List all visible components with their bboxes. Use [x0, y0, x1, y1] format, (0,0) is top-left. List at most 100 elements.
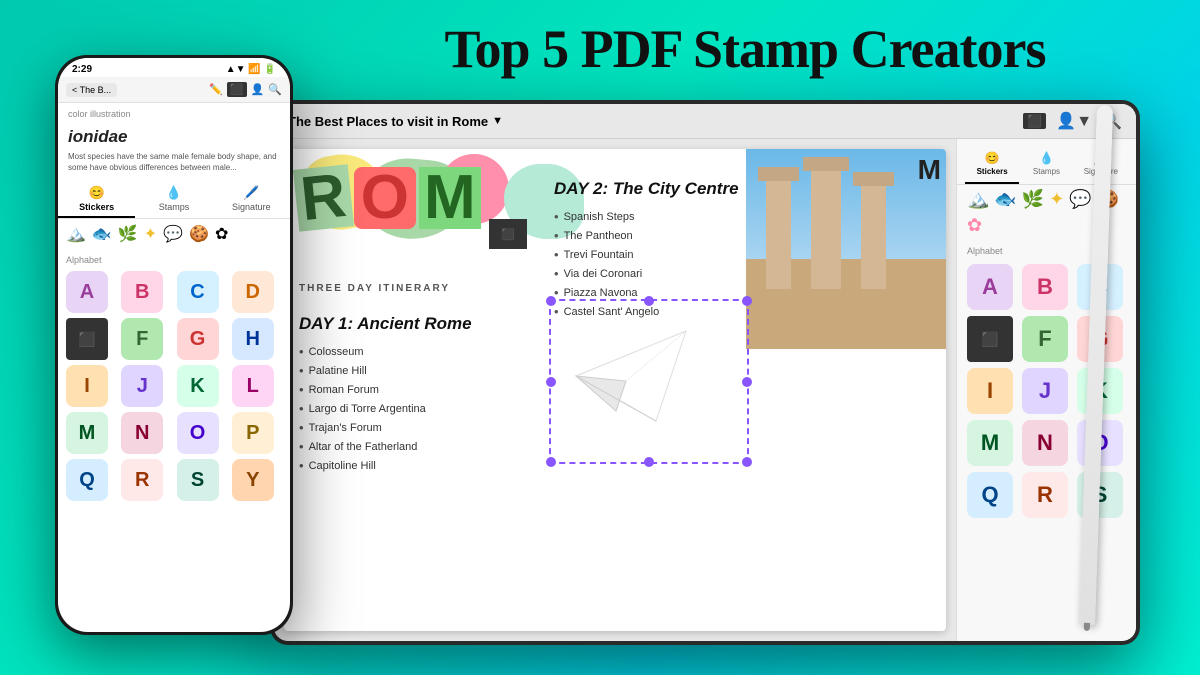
day1-section: DAY 1: Ancient Rome Colosseum Palatine H…	[299, 314, 539, 475]
phone-emoji-bubble[interactable]: 💬	[163, 224, 183, 244]
phone-back-btn[interactable]: < The B...	[66, 83, 117, 97]
handle-mr[interactable]	[742, 377, 752, 387]
panel-sticker-b[interactable]: B	[1022, 264, 1068, 310]
phone-emoji-star[interactable]: ✦	[144, 224, 157, 244]
sticker-j[interactable]: J	[121, 365, 163, 407]
sticker-i[interactable]: I	[66, 365, 108, 407]
handle-bl[interactable]	[546, 457, 556, 467]
phone-user-icon[interactable]: 👤	[251, 83, 265, 96]
sticker-g[interactable]: G	[177, 318, 219, 360]
day2-heading: DAY 2: The City Centre	[554, 179, 774, 199]
tablet-doc-title: The Best Places to visit in Rome	[288, 114, 488, 129]
panel-stamps-icon: 💧	[1021, 151, 1071, 165]
phone-doc-category: color illustration	[58, 103, 290, 125]
ground	[746, 259, 946, 349]
panel-tab-stickers[interactable]: 😊 Stickers	[965, 147, 1019, 184]
sticker-n[interactable]: N	[121, 412, 163, 454]
panel-tab-stamps-label: Stamps	[1033, 167, 1060, 176]
panel-sticker-i[interactable]: I	[967, 368, 1013, 414]
column-capital-2	[803, 157, 849, 171]
panel-sticker-a[interactable]: A	[967, 264, 1013, 310]
panel-emoji-mountain[interactable]: 🏔️	[967, 189, 989, 210]
panel-alphabet-label: Alphabet	[957, 240, 1136, 260]
panel-tab-stamps[interactable]: 💧 Stamps	[1019, 147, 1073, 184]
phone-device: 2:29 ▲▼ 📶 🔋 < The B... ✏️ ⬛ 👤 🔍 color il…	[55, 55, 293, 635]
sticker-b[interactable]: B	[121, 271, 163, 313]
sticker-y[interactable]: Y	[232, 459, 274, 501]
phone-tab-stamps[interactable]: 💧 Stamps	[135, 179, 212, 218]
sticker-e-dark[interactable]: ⬛	[66, 318, 108, 360]
panel-tab-stickers-label: Stickers	[977, 167, 1008, 176]
phone-emoji-cookie[interactable]: 🍪	[189, 224, 209, 244]
sticker-d[interactable]: D	[232, 271, 274, 313]
phone-sig-icon: 🖊️	[215, 185, 288, 201]
panel-sticker-r[interactable]: R	[1022, 472, 1068, 518]
handle-tl[interactable]	[546, 296, 556, 306]
place-roman-forum: Roman Forum	[299, 380, 539, 399]
sticker-c[interactable]: C	[177, 271, 219, 313]
handle-tm[interactable]	[644, 296, 654, 306]
handle-ml[interactable]	[546, 377, 556, 387]
phone-tabs: 😊 Stickers 💧 Stamps 🖊️ Signature	[58, 179, 290, 219]
panel-emoji-leaf[interactable]: 🌿	[1022, 189, 1044, 210]
sticker-r[interactable]: R	[121, 459, 163, 501]
photo-m-letter: M	[918, 154, 941, 186]
phone-alphabet-label: Alphabet	[66, 255, 282, 265]
column-3	[861, 184, 886, 289]
phone-emoji-flower[interactable]: ✿	[215, 224, 228, 244]
tablet-user-icon[interactable]: 👤▼	[1056, 111, 1092, 131]
panel-sticker-dark[interactable]: ⬛	[967, 316, 1013, 362]
paper-plane-svg	[566, 321, 696, 431]
phone-time: 2:29	[72, 64, 92, 75]
panel-sticker-grid: A B C ⬛ F G I J K M N O Q R S	[957, 260, 1136, 522]
column-capital-3	[853, 172, 894, 186]
sticker-o[interactable]: O	[177, 412, 219, 454]
tablet-content: R O M THREE DAY ITINERARY ⬛	[274, 139, 1136, 641]
panel-sticker-m[interactable]: M	[967, 420, 1013, 466]
handle-bm[interactable]	[644, 457, 654, 467]
sticker-k[interactable]: K	[177, 365, 219, 407]
tablet-doc-title-btn[interactable]: The Best Places to visit in Rome ▼	[288, 114, 1015, 129]
sticker-h[interactable]: H	[232, 318, 274, 360]
sticker-f[interactable]: F	[121, 318, 163, 360]
panel-emoji-star[interactable]: ✦	[1049, 189, 1064, 210]
tablet-dropdown-icon[interactable]: ▼	[492, 115, 503, 127]
panel-sticker-q[interactable]: Q	[967, 472, 1013, 518]
sticker-m[interactable]: M	[66, 412, 108, 454]
place-capitoline: Capitoline Hill	[299, 456, 539, 475]
panel-emoji-fish[interactable]: 🐟	[994, 189, 1016, 210]
pdf-area: R O M THREE DAY ITINERARY ⬛	[274, 139, 956, 641]
phone-pencil-icon[interactable]: ✏️	[209, 83, 223, 96]
sticker-a[interactable]: A	[66, 271, 108, 313]
panel-emoji-flower[interactable]: ✿	[967, 215, 982, 236]
phone-emoji-mountain[interactable]: 🏔️	[66, 224, 86, 244]
sticker-q[interactable]: Q	[66, 459, 108, 501]
phone-toolbar: < The B... ✏️ ⬛ 👤 🔍	[58, 77, 290, 103]
phone-stamps-icon: 💧	[137, 185, 210, 201]
phone-tab-stickers[interactable]: 😊 Stickers	[58, 179, 135, 218]
panel-sticker-j[interactable]: J	[1022, 368, 1068, 414]
place-trajan: Trajan's Forum	[299, 418, 539, 437]
panel-sticker-f[interactable]: F	[1022, 316, 1068, 362]
phone-sticker-icon: 😊	[60, 185, 133, 201]
letter-O: O	[354, 167, 416, 229]
phone-tab-signature[interactable]: 🖊️ Signature	[213, 179, 290, 218]
tablet-layer-icon[interactable]: ⬛	[1023, 113, 1046, 129]
phone-layer-icon[interactable]: ⬛	[227, 82, 247, 97]
phone-emoji-fish[interactable]: 🐟	[92, 224, 112, 244]
place-colosseum: Colosseum	[299, 342, 539, 361]
phone-back-label: < The B...	[72, 85, 111, 95]
day1-heading: DAY 1: Ancient Rome	[299, 314, 539, 334]
phone-emoji-leaf[interactable]: 🌿	[118, 224, 138, 244]
phone-doc-subtitle: ionidae	[58, 125, 290, 151]
sticker-p[interactable]: P	[232, 412, 274, 454]
panel-sticker-n[interactable]: N	[1022, 420, 1068, 466]
place-palatine: Palatine Hill	[299, 361, 539, 380]
panel-emoji-bubble[interactable]: 💬	[1069, 189, 1091, 210]
handle-br[interactable]	[742, 457, 752, 467]
sticker-s[interactable]: S	[177, 459, 219, 501]
phone-search-icon[interactable]: 🔍	[268, 83, 282, 96]
phone-tab-stamps-label: Stamps	[159, 202, 190, 212]
sticker-l[interactable]: L	[232, 365, 274, 407]
handle-tr[interactable]	[742, 296, 752, 306]
